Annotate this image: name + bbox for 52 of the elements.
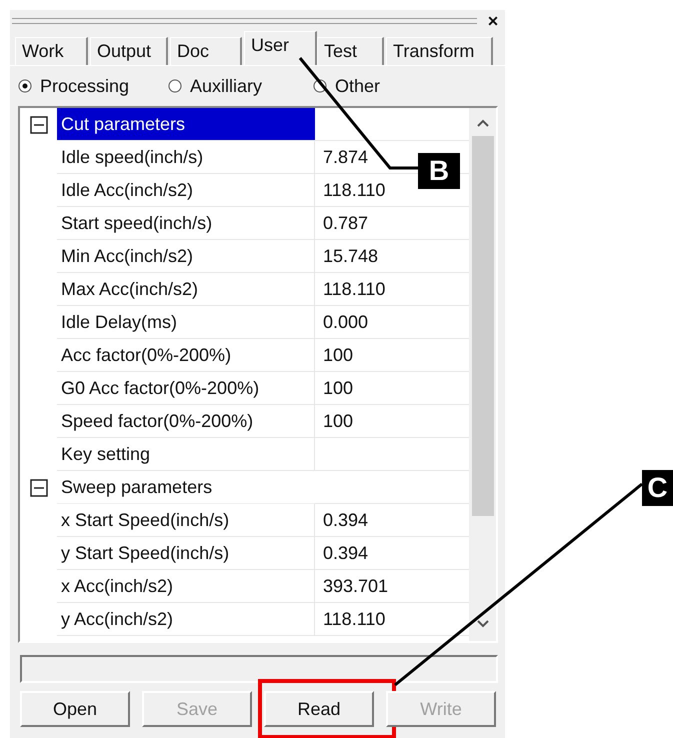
property-value[interactable]: 7.874 <box>323 144 368 170</box>
grip-bar[interactable] <box>12 18 477 24</box>
property-value[interactable]: 0.000 <box>323 308 368 336</box>
property-name[interactable]: Min Acc(inch/s2) <box>57 240 315 273</box>
property-name[interactable]: y Acc(inch/s2) <box>57 603 315 636</box>
scrollbar[interactable] <box>469 108 496 641</box>
callout-label: C <box>642 470 673 506</box>
property-name[interactable]: G0 Acc factor(0%-200%) <box>57 372 315 405</box>
property-value[interactable]: 0.787 <box>323 210 368 236</box>
property-value[interactable]: 118.110 <box>323 176 386 204</box>
radio-button[interactable] <box>168 79 182 93</box>
scroll-down-icon[interactable] <box>476 619 490 629</box>
group-name[interactable]: Cut parameters <box>57 108 315 141</box>
property-name[interactable]: Key setting <box>57 438 315 471</box>
scroll-up-icon[interactable] <box>476 118 490 128</box>
radio-button[interactable] <box>18 79 32 93</box>
tab[interactable]: Doc <box>170 37 242 65</box>
property-value[interactable]: 118.110 <box>323 276 386 302</box>
collapse-icon[interactable] <box>30 478 48 496</box>
property-value[interactable]: 100 <box>323 408 354 434</box>
callout-label: B <box>418 153 460 189</box>
property-name[interactable]: y Start Speed(inch/s) <box>57 537 315 570</box>
tab[interactable]: Test <box>317 37 384 65</box>
radio-label[interactable]: Auxilliary <box>190 72 262 100</box>
property-name[interactable]: Idle Delay(ms) <box>57 306 315 339</box>
property-value[interactable]: 0.394 <box>323 540 368 566</box>
property-name[interactable]: Idle speed(inch/s) <box>57 141 315 174</box>
tab[interactable]: Work <box>15 37 88 65</box>
property-name[interactable]: x Start Speed(inch/s) <box>57 504 315 537</box>
collapse-icon[interactable] <box>30 116 48 134</box>
property-name[interactable]: Start speed(inch/s) <box>57 207 315 240</box>
tab[interactable]: User <box>244 31 317 65</box>
property-value[interactable]: 393.701 <box>323 572 388 600</box>
action-button[interactable]: Read <box>264 691 374 727</box>
property-value[interactable]: 100 <box>323 374 354 402</box>
property-name[interactable]: x Acc(inch/s2) <box>57 570 315 603</box>
property-name[interactable]: Idle Acc(inch/s2) <box>57 174 315 207</box>
property-name[interactable]: Speed factor(0%-200%) <box>57 405 315 438</box>
property-value[interactable]: 100 <box>323 342 354 368</box>
action-button[interactable]: Open <box>20 691 130 727</box>
group-name[interactable]: Sweep parameters <box>57 471 315 504</box>
radio-label[interactable]: Processing <box>40 72 130 100</box>
close-button[interactable]: × <box>485 12 501 30</box>
property-value[interactable]: 0.394 <box>323 506 368 534</box>
property-name[interactable]: Max Acc(inch/s2) <box>57 273 315 306</box>
tab[interactable]: Transform <box>386 37 493 65</box>
scroll-thumb[interactable] <box>472 136 494 516</box>
tab[interactable]: Output <box>90 37 168 65</box>
property-value[interactable]: 15.748 <box>323 242 378 270</box>
radio-label[interactable]: Other <box>335 72 380 100</box>
property-value[interactable]: 118.110 <box>323 606 386 632</box>
property-name[interactable]: Acc factor(0%-200%) <box>57 339 315 372</box>
